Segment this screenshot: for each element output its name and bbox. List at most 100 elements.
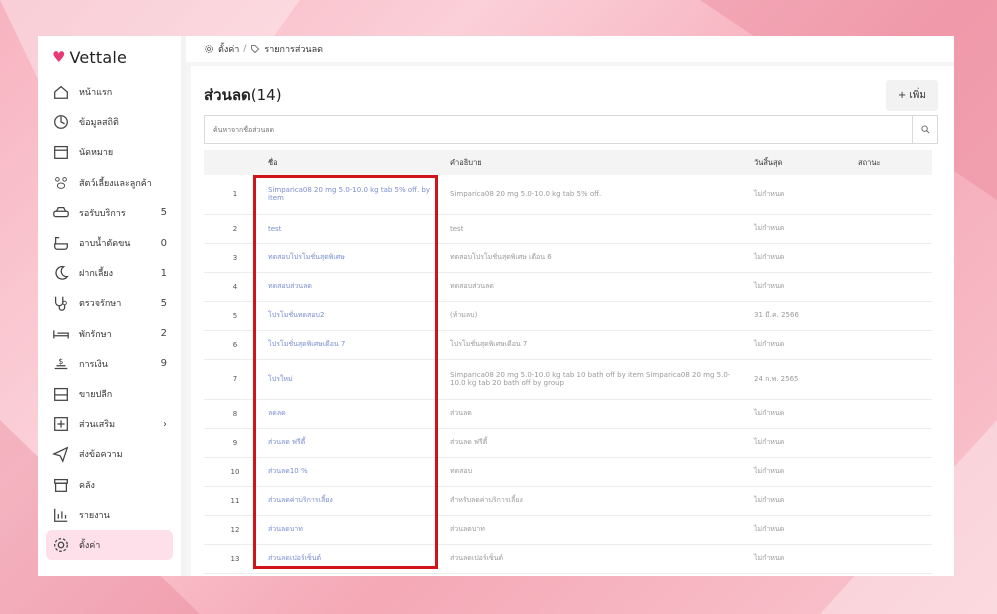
table-row[interactable]: 8 ลดลด ส่วนลด ไม่กำหนด xyxy=(204,399,932,429)
breadcrumb: ตั้งค่า / รายการส่วนลด xyxy=(186,36,954,62)
sidebar-item-4[interactable]: รอรับบริการ 5 xyxy=(46,198,173,228)
row-end-date: ไม่กำหนด xyxy=(754,175,858,215)
row-number: 12 xyxy=(204,515,266,545)
sidebar-item-label: ตั้งค่า xyxy=(79,540,101,551)
row-number: 3 xyxy=(204,243,266,273)
table-row[interactable]: 3 ทดสอบโปรโมชั่นสุดพิเศษ ทดสอบโปรโมชั่นสุด… xyxy=(204,243,932,273)
sidebar-item-2[interactable]: นัดหมาย xyxy=(46,137,173,167)
discount-name-link[interactable]: ส่วนลดเปอร์เซ็นต์ xyxy=(268,554,321,562)
header-name[interactable]: ชื่อ xyxy=(266,150,450,175)
row-number: 8 xyxy=(204,399,266,429)
header-description[interactable]: คำอธิบาย xyxy=(450,150,754,175)
brand-logo[interactable]: ♥ Vettale xyxy=(52,48,173,67)
row-description: test xyxy=(450,214,754,244)
sidebar-item-15[interactable]: ตั้งค่า xyxy=(46,529,173,560)
table-row[interactable]: 1 Simparica08 20 mg 5.0-10.0 kg tab 5% of… xyxy=(204,175,932,215)
sidebar-item-6[interactable]: ฝากเลี้ยง 1 xyxy=(46,258,173,288)
sidebar-item-0[interactable]: หน้าแรก xyxy=(46,77,173,107)
row-name-cell: ส่วนลดบาท xyxy=(266,515,450,545)
row-end-date: 24 ก.พ. 2565 xyxy=(754,359,858,400)
row-end-date: ไม่กำหนด xyxy=(754,486,858,516)
header-end-date[interactable]: วันสิ้นสุด xyxy=(754,150,858,175)
sidebar-item-5[interactable]: อาบน้ำตัดขน 0 xyxy=(46,228,173,258)
money-icon: $ xyxy=(52,355,70,373)
sidebar-item-8[interactable]: พักรักษา 2 xyxy=(46,319,173,349)
sidebar-item-label: ฝากเลี้ยง xyxy=(79,269,114,280)
stats-icon xyxy=(52,113,70,131)
table-row[interactable]: 5 โปรโมชั่นทดสอบ2 (ห้ามลบ) 31 มี.ค. 2566 xyxy=(204,301,932,331)
discount-name-link[interactable]: ลดลด xyxy=(268,409,286,417)
discount-name-link[interactable]: โปรใหม่ xyxy=(268,375,293,383)
brand-name: Vettale xyxy=(69,48,128,67)
table-row[interactable]: 12 ส่วนลดบาท ส่วนลดบาท ไม่กำหนด xyxy=(204,515,932,545)
header-status[interactable]: สถานะ xyxy=(858,150,932,175)
row-description: (ห้ามลบ) xyxy=(450,301,754,331)
gear-icon xyxy=(52,536,70,554)
tag-icon xyxy=(251,45,260,54)
sidebar: ♥ Vettale หน้าแรกข้อมูลสถิตินัดหมายสัตว์… xyxy=(38,36,181,576)
row-end-date: ไม่กำหนด xyxy=(754,544,858,574)
table-body: 1 Simparica08 20 mg 5.0-10.0 kg tab 5% of… xyxy=(204,175,932,574)
discount-name-link[interactable]: test xyxy=(268,225,281,233)
table-row[interactable]: 6 โปรโมชั่นสุดพิเศษเดือน 7 โปรโมชั่นสุดพิเ… xyxy=(204,330,932,360)
table-row[interactable]: 4 ทดสอบส่วนลด ทดสอบส่วนลด ไม่กำหนด xyxy=(204,272,932,302)
discount-name-link[interactable]: โปรโมชั่นทดสอบ2 xyxy=(268,311,324,319)
sidebar-item-label: หน้าแรก xyxy=(79,88,113,99)
search-button[interactable] xyxy=(912,116,937,143)
app-window: ♥ Vettale หน้าแรกข้อมูลสถิตินัดหมายสัตว์… xyxy=(38,36,954,576)
breadcrumb-root[interactable]: ตั้งค่า xyxy=(218,42,239,56)
discount-name-link[interactable]: โปรโมชั่นสุดพิเศษเดือน 7 xyxy=(268,340,345,348)
table-row[interactable]: 9 ส่วนลด ฟรีดี้ ส่วนลด ฟรีดี้ ไม่กำหนด xyxy=(204,428,932,458)
discount-name-link[interactable]: ส่วนลดบาท xyxy=(268,525,303,533)
row-status xyxy=(858,175,932,215)
search-input[interactable] xyxy=(205,116,912,143)
sidebar-item-3[interactable]: สัตว์เลี้ยงและลูกค้า xyxy=(46,168,173,198)
gear-icon xyxy=(205,45,213,53)
row-name-cell: ส่วนลดค่าบริการเลี้ยง xyxy=(266,486,450,516)
discount-name-link[interactable]: ทดสอบส่วนลด xyxy=(268,282,312,290)
sidebar-item-13[interactable]: คลัง xyxy=(46,469,173,499)
sidebar-item-11[interactable]: ส่วนเสริม › xyxy=(46,409,173,439)
table-row[interactable]: 11 ส่วนลดค่าบริการเลี้ยง สำหรับลดค่าบริการ… xyxy=(204,486,932,516)
sidebar-item-9[interactable]: $ การเงิน 9 xyxy=(46,349,173,379)
sidebar-item-7[interactable]: ตรวจรักษา 5 xyxy=(46,288,173,318)
discount-name-link[interactable]: ส่วนลด10 % xyxy=(268,467,308,475)
table-row[interactable]: 13 ส่วนลดเปอร์เซ็นต์ ส่วนลดเปอร์เซ็นต์ ไม่ก… xyxy=(204,544,932,574)
row-name-cell: ทดสอบโปรโมชั่นสุดพิเศษ xyxy=(266,243,450,273)
sidebar-item-label: ตรวจรักษา xyxy=(79,299,122,310)
row-description: โปรโมชั่นสุดพิเศษเดือน 7 xyxy=(450,330,754,360)
sidebar-item-1[interactable]: ข้อมูลสถิติ xyxy=(46,107,173,137)
bathtub-icon xyxy=(52,234,70,252)
row-status xyxy=(858,544,932,574)
row-number: 9 xyxy=(204,428,266,458)
sidebar-item-14[interactable]: รายงาน xyxy=(46,500,173,530)
discount-name-link[interactable]: Simparica08 20 mg 5.0-10.0 kg tab 5% off… xyxy=(268,186,430,202)
discount-name-link[interactable]: ส่วนลดค่าบริการเลี้ยง xyxy=(268,496,333,504)
sidebar-item-count: 5 xyxy=(160,297,167,309)
header-number xyxy=(204,150,266,175)
row-end-date: ไม่กำหนด xyxy=(754,428,858,458)
breadcrumb-separator: / xyxy=(243,44,247,54)
table-row[interactable]: 7 โปรใหม่ Simparica08 20 mg 5.0-10.0 kg ta… xyxy=(204,359,932,400)
sidebar-item-count: 2 xyxy=(160,328,167,340)
page-title-text: ส่วนลด xyxy=(204,86,251,104)
sidebar-item-10[interactable]: ขายปลีก xyxy=(46,379,173,409)
discount-name-link[interactable]: ส่วนลด ฟรีดี้ xyxy=(268,438,305,446)
table-row[interactable]: 10 ส่วนลด10 % ทดสอบ ไม่กำหนด xyxy=(204,457,932,487)
sidebar-item-12[interactable]: ส่งข้อความ xyxy=(46,439,173,469)
sidebar-item-label: ส่วนเสริม xyxy=(79,420,116,431)
table-row[interactable]: 2 test test ไม่กำหนด xyxy=(204,214,932,244)
row-number: 10 xyxy=(204,457,266,487)
sidebar-item-count: 0 xyxy=(160,237,167,249)
sidebar-item-label: อาบน้ำตัดขน xyxy=(79,239,131,250)
sidebar-item-label: รอรับบริการ xyxy=(79,208,126,219)
add-discount-button[interactable]: + เพิ่ม xyxy=(885,79,938,111)
sidebar-item-count: 5 xyxy=(160,207,167,219)
row-name-cell: test xyxy=(266,214,450,244)
sidebar-item-label: นัดหมาย xyxy=(79,148,114,159)
sidebar-nav: หน้าแรกข้อมูลสถิตินัดหมายสัตว์เลี้ยงและล… xyxy=(46,77,173,560)
row-name-cell: ลดลด xyxy=(266,399,450,429)
discount-name-link[interactable]: ทดสอบโปรโมชั่นสุดพิเศษ xyxy=(268,253,345,261)
bed-icon xyxy=(52,325,70,343)
paw-icon xyxy=(52,174,70,192)
